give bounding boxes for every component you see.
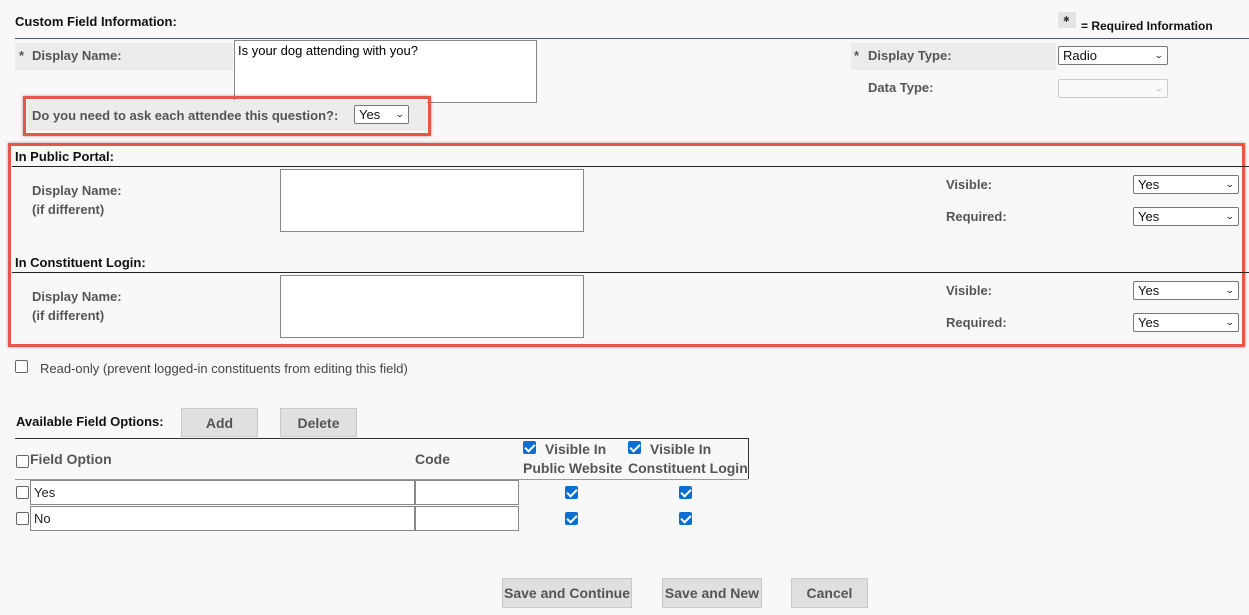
login-display-name-sublabel: (if different) <box>32 308 105 323</box>
public-display-name-label: Display Name: <box>32 183 122 198</box>
display-name-input[interactable] <box>234 40 537 103</box>
public-portal-divider <box>12 166 1249 167</box>
login-display-name-input[interactable] <box>280 275 584 338</box>
table-top-rule <box>15 438 748 439</box>
option-input[interactable]: Yes <box>30 480 415 505</box>
ask-each-value: Yes <box>359 107 381 122</box>
table-right-rule <box>748 438 749 479</box>
save-and-new-button[interactable]: Save and New <box>662 578 762 608</box>
public-required-select[interactable]: Yes ⌄ <box>1133 207 1239 226</box>
login-visible-value: Yes <box>1138 283 1160 298</box>
display-type-select[interactable]: Radio ⌄ <box>1058 46 1168 65</box>
required-legend: = Required Information <box>1081 19 1213 33</box>
cancel-button[interactable]: Cancel <box>791 578 868 608</box>
chevron-down-icon: ⌄ <box>1225 179 1236 189</box>
login-required-label: Required: <box>946 315 1007 330</box>
code-input[interactable] <box>415 480 519 505</box>
highlight-box <box>8 143 1245 347</box>
login-visible-label: Visible: <box>946 283 993 298</box>
chevron-down-icon: ⌄ <box>395 109 406 119</box>
required-star: * <box>19 48 25 63</box>
option-input[interactable]: No <box>30 506 415 531</box>
column-visible-public-line1: Visible In <box>545 441 607 457</box>
display-type-label-bg: * Display Type: <box>851 43 1056 70</box>
save-and-continue-button[interactable]: Save and Continue <box>502 578 632 608</box>
ask-each-select[interactable]: Yes ⌄ <box>354 105 409 124</box>
login-visible-select[interactable]: Yes ⌄ <box>1133 281 1239 300</box>
field-options-title: Available Field Options: <box>16 414 164 429</box>
header-divider <box>15 38 1249 39</box>
chevron-down-icon: ⌄ <box>1225 285 1236 295</box>
row-visible-public-checkbox[interactable] <box>565 512 578 525</box>
display-name-label-bg: * Display Name: <box>15 43 233 70</box>
row-visible-public-checkbox[interactable] <box>565 486 578 499</box>
constituent-login-divider <box>12 272 1249 273</box>
read-only-label: Read-only (prevent logged-in constituent… <box>40 361 408 376</box>
read-only-checkbox[interactable] <box>15 360 28 373</box>
display-type-value: Radio <box>1063 48 1097 63</box>
public-required-value: Yes <box>1138 209 1160 224</box>
row-select-checkbox[interactable] <box>16 486 29 499</box>
public-visible-select[interactable]: Yes ⌄ <box>1133 175 1239 194</box>
display-type-label: Display Type: <box>868 48 952 63</box>
row-select-checkbox[interactable] <box>16 512 29 525</box>
delete-option-button[interactable]: Delete <box>280 408 357 437</box>
required-marker-icon: ✱ <box>1058 12 1076 28</box>
row-visible-login-checkbox[interactable] <box>679 486 692 499</box>
column-visible-login-line2: Constituent Login <box>628 460 748 476</box>
section-title: Custom Field Information: <box>15 14 177 29</box>
chevron-down-icon: ⌄ <box>1225 211 1236 221</box>
add-option-button[interactable]: Add <box>181 408 258 437</box>
visible-public-all-checkbox[interactable] <box>523 441 536 454</box>
column-visible-login-line1: Visible In <box>650 441 712 457</box>
required-star: * <box>854 48 860 63</box>
column-visible-public-line2: Public Website <box>523 460 623 476</box>
ask-each-label: Do you need to ask each attendee this qu… <box>32 108 339 123</box>
public-required-label: Required: <box>946 209 1007 224</box>
code-input[interactable] <box>415 506 519 531</box>
public-display-name-input[interactable] <box>280 169 584 232</box>
row-visible-login-checkbox[interactable] <box>679 512 692 525</box>
public-visible-label: Visible: <box>946 177 993 192</box>
select-all-checkbox[interactable] <box>16 455 29 468</box>
login-required-select[interactable]: Yes ⌄ <box>1133 313 1239 332</box>
login-display-name-label: Display Name: <box>32 289 122 304</box>
public-visible-value: Yes <box>1138 177 1160 192</box>
chevron-down-icon: ⌄ <box>1225 317 1236 327</box>
data-type-select[interactable]: ⌄ <box>1058 79 1168 98</box>
data-type-label: Data Type: <box>868 80 934 95</box>
login-required-value: Yes <box>1138 315 1160 330</box>
visible-login-all-checkbox[interactable] <box>628 441 641 454</box>
chevron-down-icon: ⌄ <box>1154 83 1165 93</box>
column-code: Code <box>415 451 450 467</box>
chevron-down-icon: ⌄ <box>1154 50 1165 60</box>
display-name-label: Display Name: <box>32 48 122 63</box>
column-field-option: Field Option <box>30 451 112 467</box>
constituent-login-title: In Constituent Login: <box>15 255 146 270</box>
public-portal-title: In Public Portal: <box>15 149 114 164</box>
public-display-name-sublabel: (if different) <box>32 202 105 217</box>
